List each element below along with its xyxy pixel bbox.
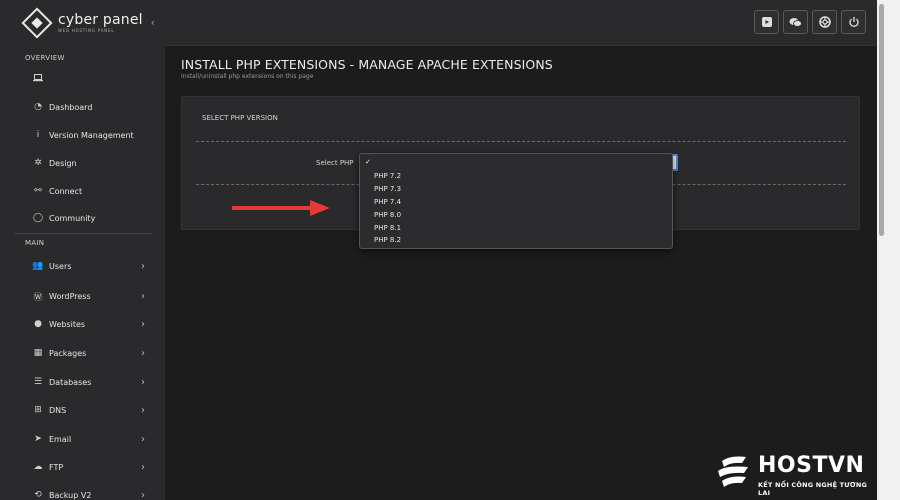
chevron-left-icon[interactable]: ‹	[151, 16, 155, 29]
section-main: MAIN	[25, 239, 45, 247]
dropdown-option-php-7-3[interactable]: PHP 7.3	[374, 185, 401, 193]
sidebar-item-design[interactable]: ✲ Design	[0, 158, 165, 168]
page-title: INSTALL PHP EXTENSIONS - MANAGE APACHE E…	[181, 57, 553, 72]
tachometer-icon: ◔	[34, 102, 42, 112]
page-scrollbar[interactable]	[877, 0, 900, 500]
chevron-right-icon: ›	[141, 433, 145, 445]
chevron-right-icon: ›	[141, 404, 145, 416]
hostvn-watermark: HOSTVN KẾT NỐI CÔNG NGHỆ TƯƠNG LAI	[716, 453, 876, 497]
paper-plane-icon: ➤	[34, 434, 42, 444]
sidebar-item-label: WordPress	[49, 292, 91, 301]
power-button[interactable]	[841, 10, 866, 34]
chevron-right-icon: ›	[141, 461, 145, 473]
sidebar-item-label: DNS	[49, 405, 67, 415]
sidebar-item-connect[interactable]: ⚯ Connect	[0, 186, 165, 196]
logo-subtitle: WEB HOSTING PANEL	[58, 28, 115, 33]
dropdown-option-php-7-2[interactable]: PHP 7.2	[374, 172, 401, 180]
section-overview: OVERVIEW	[25, 54, 65, 62]
red-arrow-annotation	[232, 200, 330, 216]
dropdown-option-php-8-1[interactable]: PHP 8.1	[374, 224, 401, 232]
chevron-right-icon: ›	[141, 291, 145, 302]
scrollbar-thumb[interactable]	[879, 4, 884, 236]
sidebar-item-backup-v2[interactable]: ⟲ Backup V2 ›	[0, 490, 165, 500]
dashed-divider	[196, 141, 846, 142]
backup-icon: ⟲	[34, 490, 42, 500]
chevron-right-icon: ›	[141, 376, 145, 388]
sidebar-item-wordpress[interactable]: Ⓦ WordPress ›	[0, 290, 165, 303]
brand-name: HOSTVN	[758, 453, 865, 478]
chevron-right-icon: ›	[141, 260, 145, 272]
laptop-icon	[32, 74, 44, 85]
sidebar-item-label: Databases	[49, 377, 92, 387]
sidebar-item-label: Community	[49, 213, 96, 223]
cloud-upload-icon: ☁	[33, 462, 43, 472]
sidebar-item-label: Design	[49, 158, 77, 168]
sitemap-icon: ⊞	[34, 405, 42, 415]
youtube-button[interactable]	[754, 10, 779, 34]
cog-icon: ✲	[34, 158, 42, 168]
hostvn-logo-icon	[718, 456, 748, 487]
check-icon: ✓	[365, 158, 371, 166]
cyberpanel-logo-icon	[21, 7, 53, 39]
sidebar-item-community[interactable]: ◯ Community	[0, 213, 165, 223]
sidebar-item-label: Websites	[49, 319, 86, 329]
sidebar: cyber panel WEB HOSTING PANEL ‹ OVERVIEW…	[0, 0, 165, 500]
support-icon	[818, 16, 831, 28]
dropdown-option-php-7-4[interactable]: PHP 7.4	[374, 198, 401, 206]
sidebar-item-ftp[interactable]: ☁ FTP ›	[0, 461, 165, 473]
sidebar-item-packages[interactable]: ▦ Packages ›	[0, 347, 165, 359]
wordpress-icon: Ⓦ	[33, 293, 43, 303]
sidebar-item-label: Packages	[49, 348, 87, 358]
sidebar-item-label: FTP	[49, 462, 64, 472]
sidebar-item-version-management[interactable]: i Version Management	[0, 130, 165, 140]
info-icon: i	[36, 130, 40, 140]
logo[interactable]: cyber panel WEB HOSTING PANEL ‹	[0, 0, 165, 46]
sidebar-item-label: Backup V2	[49, 490, 92, 500]
link-icon: ⚯	[34, 186, 42, 196]
chevron-right-icon: ›	[141, 489, 145, 500]
sidebar-item-email[interactable]: ➤ Email ›	[0, 433, 165, 445]
users-icon: 👥	[32, 261, 44, 271]
sidebar-item-label: Email	[49, 434, 72, 444]
php-version-dropdown[interactable]: ✓ PHP 7.2 PHP 7.3 PHP 7.4 PHP 8.0 PHP 8.…	[359, 153, 673, 249]
chevron-right-icon: ›	[141, 318, 145, 330]
sidebar-divider	[14, 233, 152, 234]
database-icon: ☰	[33, 377, 43, 387]
chevron-right-icon: ›	[141, 347, 145, 359]
sidebar-item-home[interactable]	[0, 74, 165, 85]
topbar	[165, 0, 877, 46]
power-icon	[848, 17, 859, 28]
logo-title: cyber panel	[58, 12, 143, 28]
sidebar-item-label: Users	[49, 261, 72, 271]
dropdown-option-php-8-2[interactable]: PHP 8.2	[374, 236, 401, 244]
sidebar-item-websites[interactable]: ● Websites ›	[0, 318, 165, 330]
chat-button[interactable]	[783, 10, 808, 34]
sidebar-item-label: Version Management	[49, 130, 134, 140]
select-php-label: Select PHP	[316, 159, 354, 167]
sidebar-item-dashboard[interactable]: ◔ Dashboard	[0, 102, 165, 112]
cubes-icon: ▦	[33, 348, 43, 358]
youtube-icon	[761, 17, 772, 27]
chat-icon	[789, 17, 802, 27]
dropdown-option-php-8-0[interactable]: PHP 8.0	[374, 211, 401, 219]
panel-title: SELECT PHP VERSION	[202, 114, 278, 122]
support-button[interactable]	[812, 10, 837, 34]
globe-icon: ●	[34, 319, 42, 329]
chat-icon: ◯	[32, 213, 44, 223]
sidebar-item-users[interactable]: 👥 Users ›	[0, 260, 165, 272]
sidebar-item-label: Connect	[49, 186, 83, 196]
sidebar-item-databases[interactable]: ☰ Databases ›	[0, 376, 165, 388]
sidebar-item-dns[interactable]: ⊞ DNS ›	[0, 404, 165, 416]
page-subtitle: Install/uninstall php extensions on this…	[181, 73, 314, 80]
sidebar-item-label: Dashboard	[49, 102, 93, 112]
brand-tagline: KẾT NỐI CÔNG NGHỆ TƯƠNG LAI	[758, 481, 867, 497]
